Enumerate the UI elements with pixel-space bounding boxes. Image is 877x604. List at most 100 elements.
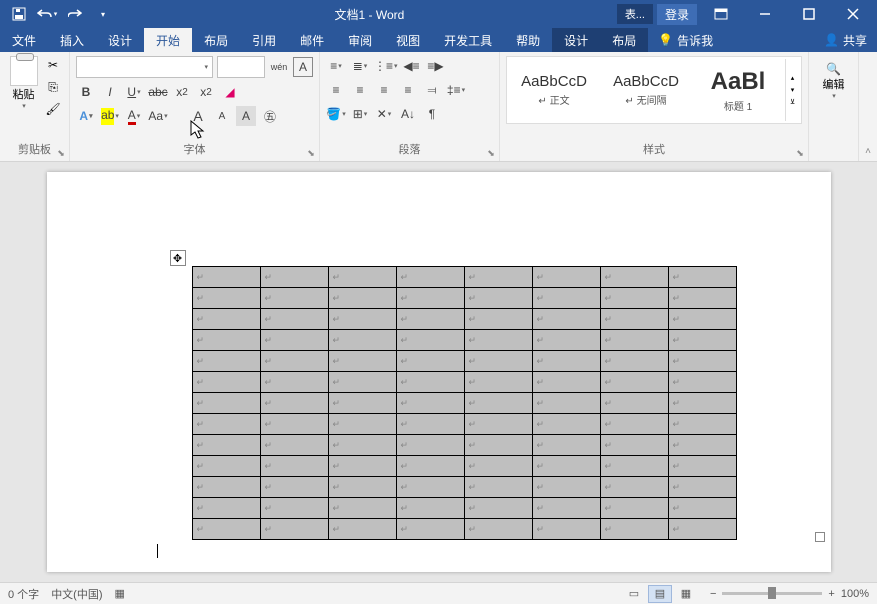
table-cell[interactable]: [192, 456, 260, 477]
minimize-button[interactable]: [745, 0, 785, 28]
table-cell[interactable]: [328, 498, 396, 519]
table-cell[interactable]: [668, 414, 736, 435]
tab-help[interactable]: 帮助: [504, 28, 552, 52]
numbering-button[interactable]: ≣▾: [350, 56, 370, 76]
align-center-button[interactable]: ≡: [350, 80, 370, 100]
style-heading1[interactable]: AaBl 标题 1: [693, 59, 783, 121]
subscript-button[interactable]: x2: [172, 82, 192, 102]
table-cell[interactable]: [192, 351, 260, 372]
table-cell[interactable]: [396, 393, 464, 414]
clipboard-dialog-launcher[interactable]: ⬊: [55, 147, 67, 159]
table-cell[interactable]: [668, 498, 736, 519]
table-cell[interactable]: [396, 435, 464, 456]
cut-button[interactable]: ✂: [43, 56, 63, 74]
table-cell[interactable]: [192, 477, 260, 498]
ribbon-options-button[interactable]: [701, 0, 741, 28]
snap-to-grid-button[interactable]: ✕▾: [374, 104, 394, 124]
table-cell[interactable]: [192, 519, 260, 540]
char-border-button[interactable]: A: [293, 57, 313, 77]
collapse-ribbon-button[interactable]: ˄: [865, 146, 871, 157]
table-cell[interactable]: [464, 477, 532, 498]
table-cell[interactable]: [464, 519, 532, 540]
strike-button[interactable]: abc: [148, 82, 168, 102]
share-button[interactable]: 👤共享: [814, 28, 877, 52]
shrink-font-button[interactable]: A: [212, 106, 232, 126]
table-cell[interactable]: [260, 330, 328, 351]
table-cell[interactable]: [532, 330, 600, 351]
show-marks-button[interactable]: ¶: [422, 104, 442, 124]
table-cell[interactable]: [464, 330, 532, 351]
zoom-slider[interactable]: [722, 592, 822, 595]
close-button[interactable]: [833, 0, 873, 28]
zoom-out-button[interactable]: −: [710, 588, 716, 600]
table-cell[interactable]: [600, 498, 668, 519]
table-cell[interactable]: [532, 456, 600, 477]
tab-references[interactable]: 引用: [240, 28, 288, 52]
table-cell[interactable]: [396, 267, 464, 288]
table-cell[interactable]: [532, 435, 600, 456]
table-cell[interactable]: [328, 435, 396, 456]
table-resize-handle[interactable]: [815, 532, 825, 542]
table-cell[interactable]: [532, 414, 600, 435]
table-cell[interactable]: [192, 267, 260, 288]
format-painter-button[interactable]: 🖌: [43, 100, 63, 118]
decrease-indent-button[interactable]: ◀≡: [402, 56, 422, 76]
font-color-button[interactable]: A▾: [124, 106, 144, 126]
table-cell[interactable]: [328, 477, 396, 498]
table-cell[interactable]: [532, 351, 600, 372]
table-cell[interactable]: [600, 456, 668, 477]
font-dialog-launcher[interactable]: ⬊: [305, 147, 317, 159]
table-cell[interactable]: [396, 351, 464, 372]
table-cell[interactable]: [532, 309, 600, 330]
char-shading-button[interactable]: A: [236, 106, 256, 126]
table-cell[interactable]: [600, 372, 668, 393]
clear-format-button[interactable]: ◢: [220, 82, 240, 102]
borders-button[interactable]: ⊞▾: [350, 104, 370, 124]
table-cell[interactable]: [464, 414, 532, 435]
increase-indent-button[interactable]: ≡▶: [426, 56, 446, 76]
text-effects-button[interactable]: A▾: [76, 106, 96, 126]
tab-view[interactable]: 视图: [384, 28, 432, 52]
copy-button[interactable]: ⎘: [43, 78, 63, 96]
table-cell[interactable]: [668, 456, 736, 477]
table-cell[interactable]: [260, 288, 328, 309]
table-cell[interactable]: [668, 330, 736, 351]
signin-button[interactable]: 登录: [657, 4, 697, 25]
table-cell[interactable]: [192, 435, 260, 456]
bullets-button[interactable]: ≡▾: [326, 56, 346, 76]
superscript-button[interactable]: x2: [196, 82, 216, 102]
table-cell[interactable]: [396, 498, 464, 519]
tab-mailings[interactable]: 邮件: [288, 28, 336, 52]
tab-review[interactable]: 审阅: [336, 28, 384, 52]
tab-home[interactable]: 开始: [144, 28, 192, 52]
style-gallery-more[interactable]: ▴▾⊻: [785, 59, 799, 121]
word-count[interactable]: 0 个字: [8, 586, 39, 602]
table-move-handle[interactable]: ✥: [170, 250, 186, 266]
table-cell[interactable]: [600, 393, 668, 414]
change-case-button[interactable]: Aa▾: [148, 106, 168, 126]
table-cell[interactable]: [260, 456, 328, 477]
tab-table-design[interactable]: 设计: [552, 28, 600, 52]
table-cell[interactable]: [464, 267, 532, 288]
table-cell[interactable]: [396, 456, 464, 477]
table-cell[interactable]: [464, 393, 532, 414]
table-cell[interactable]: [260, 519, 328, 540]
paragraph-dialog-launcher[interactable]: ⬊: [485, 147, 497, 159]
table-cell[interactable]: [464, 351, 532, 372]
tab-design[interactable]: 设计: [96, 28, 144, 52]
align-right-button[interactable]: ≡: [374, 80, 394, 100]
paste-button[interactable]: 粘贴 ▾: [6, 56, 41, 118]
styles-dialog-launcher[interactable]: ⬊: [794, 147, 806, 159]
inserted-table[interactable]: [192, 266, 737, 540]
zoom-level[interactable]: 100%: [841, 588, 869, 600]
table-cell[interactable]: [464, 309, 532, 330]
distribute-button[interactable]: ⫤: [422, 80, 442, 100]
table-cell[interactable]: [260, 477, 328, 498]
table-cell[interactable]: [396, 330, 464, 351]
table-cell[interactable]: [396, 477, 464, 498]
tab-developer[interactable]: 开发工具: [432, 28, 504, 52]
undo-button[interactable]: ▾: [34, 2, 60, 26]
table-cell[interactable]: [600, 477, 668, 498]
style-nospacing[interactable]: AaBbCcD ↵ 无间隔: [601, 59, 691, 121]
table-cell[interactable]: [668, 351, 736, 372]
